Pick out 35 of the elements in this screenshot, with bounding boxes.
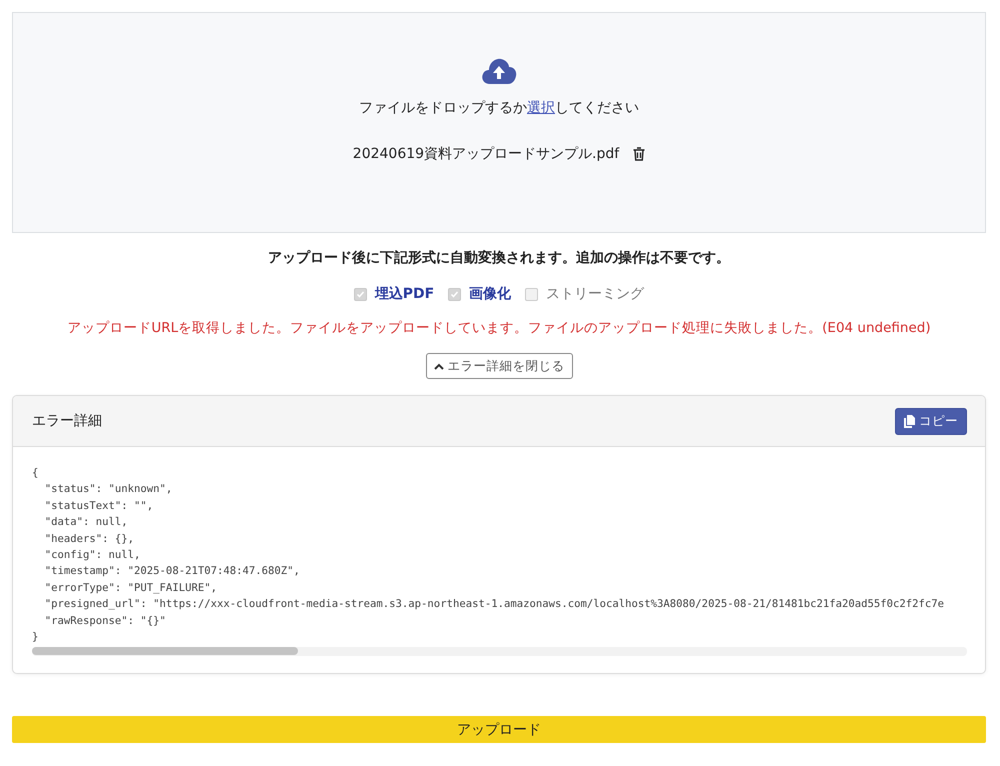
trash-icon[interactable] xyxy=(633,147,646,161)
copy-icon xyxy=(904,414,915,428)
code-line: "statusText": "", xyxy=(44,498,154,514)
copy-button[interactable]: コピー xyxy=(895,408,967,434)
file-name: 20240619資料アップロードサンプル.pdf xyxy=(352,145,620,163)
code-line: } xyxy=(32,630,38,646)
code-line: "errorType": "PUT_FAILURE", xyxy=(44,580,217,596)
drop-zone[interactable]: ファイルをドロップするか選択 してください 20240619資料アップロードサンプル.pdf xyxy=(12,12,986,233)
caret-up-icon xyxy=(434,362,444,370)
code-line: "timestamp": "2025-08-21T07:48:47.680Z", xyxy=(44,564,300,580)
checkmark-icon xyxy=(450,290,460,298)
code-line: "headers": {}, xyxy=(44,532,134,547)
code-line: "rawResponse": "{}" xyxy=(44,614,166,629)
panel-title: エラー詳細 xyxy=(32,412,102,430)
format-label: 埋込PDF xyxy=(374,285,434,303)
scrollbar-track[interactable] xyxy=(32,647,967,656)
conversion-notice: アップロード後に下記形式に自動変換されます。追加の操作は不要です。 xyxy=(268,249,730,267)
format-label: ストリーミング xyxy=(546,285,644,303)
checkmark-icon xyxy=(356,290,365,298)
error-message: アップロードURLを取得しました。ファイルをアップロードしています。ファイルのアップロード処理に失敗しました。(E04 undefined) xyxy=(67,319,931,337)
drop-prompt: ファイルをドロップするか選択 してください xyxy=(359,99,639,117)
code-line: "presigned_url": "https://xxx-cloudfront-media-stream.s3.ap-northeast-1.amazonaws.com/localhost%3A8080/2025-08-21/81481bc21fa20ad55f0c2f2fc7e xyxy=(44,597,944,612)
upload-button[interactable]: アップロード xyxy=(12,716,986,743)
code-line: "status": "unknown", xyxy=(44,482,172,498)
close-details-button[interactable]: エラー詳細を閉じる xyxy=(426,353,572,379)
scrollbar-thumb[interactable] xyxy=(32,647,298,656)
code-line: "config": null, xyxy=(44,548,140,564)
checkbox[interactable] xyxy=(525,288,538,300)
code-line: "data": null, xyxy=(44,515,128,530)
select-link[interactable]: 選択 xyxy=(527,100,555,116)
code-line: { xyxy=(32,466,38,481)
cloud-upload-icon xyxy=(481,57,517,85)
checkbox[interactable] xyxy=(448,288,462,300)
format-label: 画像化 xyxy=(469,285,512,303)
checkbox[interactable] xyxy=(354,288,367,300)
